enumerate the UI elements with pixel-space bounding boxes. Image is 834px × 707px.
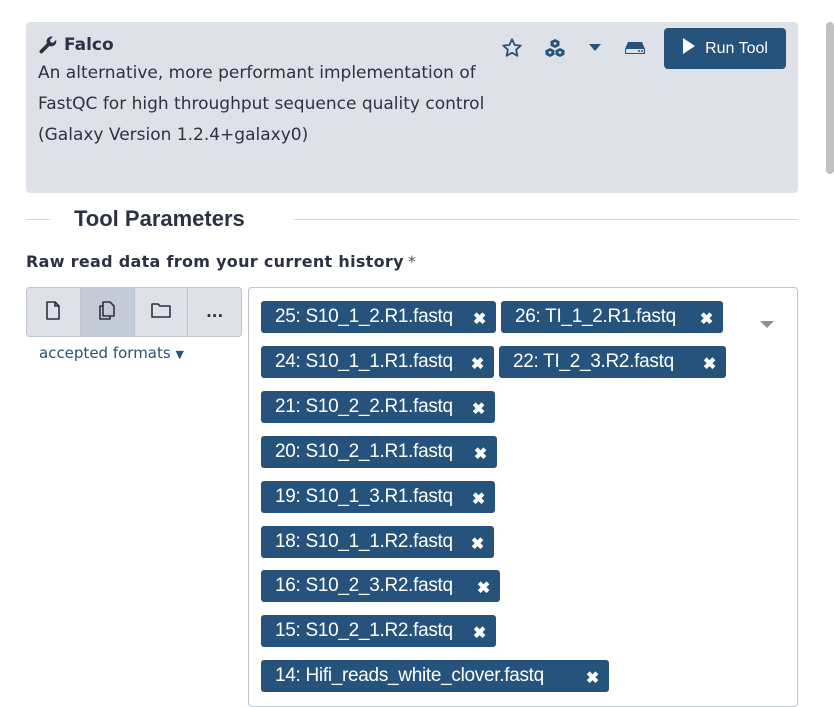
tag-label: 24: S10_1_1.R1.fastq bbox=[275, 351, 453, 372]
tag-label: 14: Hifi_reads_white_clover.fastq bbox=[275, 665, 544, 686]
selected-dataset-tag: 15: S10_2_1.R2.fastq ✖ bbox=[261, 615, 496, 647]
tool-title: Falco bbox=[38, 35, 114, 55]
selected-dataset-tag: 19: S10_1_3.R1.fastq ✖ bbox=[261, 481, 495, 513]
remove-icon[interactable]: ✖ bbox=[471, 534, 484, 554]
section-heading: Tool Parameters bbox=[26, 204, 798, 236]
selected-dataset-tag: 25: S10_1_2.R1.fastq ✖ bbox=[261, 301, 496, 333]
remove-icon[interactable]: ✖ bbox=[474, 444, 487, 464]
dataset-multiselect[interactable]: 25: S10_1_2.R1.fastq ✖ 26: TI_1_2.R1.fas… bbox=[248, 287, 798, 707]
files-icon bbox=[98, 300, 116, 324]
multiple-datasets-button[interactable] bbox=[80, 288, 135, 336]
remove-icon[interactable]: ✖ bbox=[700, 309, 713, 329]
required-mark: * bbox=[407, 252, 417, 271]
caret-down-icon: ▼ bbox=[175, 348, 184, 361]
remove-icon[interactable]: ✖ bbox=[472, 489, 485, 509]
dataset-collection-button[interactable] bbox=[135, 288, 189, 336]
tag-label: 22: TI_2_3.R2.fastq bbox=[513, 351, 674, 372]
tool-description: An alternative, more performant implemen… bbox=[38, 63, 485, 114]
ellipsis-icon: ... bbox=[206, 303, 224, 321]
tag-label: 18: S10_1_1.R2.fastq bbox=[275, 531, 453, 552]
remove-icon[interactable]: ✖ bbox=[473, 309, 486, 329]
tag-label: 19: S10_1_3.R1.fastq bbox=[275, 486, 453, 507]
remove-icon[interactable]: ✖ bbox=[472, 399, 485, 419]
remove-icon[interactable]: ✖ bbox=[586, 668, 599, 688]
single-dataset-button[interactable] bbox=[27, 288, 81, 336]
tag-label: 21: S10_2_2.R1.fastq bbox=[275, 396, 453, 417]
accepted-formats-link[interactable]: accepted formats ▼ bbox=[39, 344, 184, 362]
star-icon[interactable] bbox=[500, 36, 524, 60]
divider bbox=[26, 219, 50, 220]
selected-dataset-tag: 21: S10_2_2.R1.fastq ✖ bbox=[261, 391, 495, 423]
tool-name: Falco bbox=[64, 35, 114, 55]
remove-icon[interactable]: ✖ bbox=[473, 623, 486, 643]
remove-icon[interactable]: ✖ bbox=[471, 354, 484, 374]
wrench-icon bbox=[38, 35, 58, 55]
hdd-icon[interactable] bbox=[623, 36, 647, 60]
tag-label: 26: TI_1_2.R1.fastq bbox=[515, 306, 676, 327]
selected-dataset-tag: 16: S10_2_3.R2.fastq ✖ bbox=[261, 570, 500, 602]
divider bbox=[294, 219, 798, 220]
play-icon bbox=[682, 37, 696, 60]
selected-dataset-tag: 18: S10_1_1.R2.fastq ✖ bbox=[261, 526, 494, 558]
tool-header: Falco An alternative, more performant im… bbox=[26, 22, 798, 193]
selected-dataset-tag: 24: S10_1_1.R1.fastq ✖ bbox=[261, 346, 494, 378]
folder-icon bbox=[151, 302, 171, 322]
cubes-icon[interactable] bbox=[543, 36, 567, 60]
input-mode-buttons: ... bbox=[26, 287, 242, 337]
selected-dataset-tag: 20: S10_2_1.R1.fastq ✖ bbox=[261, 436, 497, 468]
run-tool-label: Run Tool bbox=[705, 39, 768, 57]
caret-down-icon[interactable] bbox=[583, 36, 607, 60]
tag-label: 15: S10_2_1.R2.fastq bbox=[275, 620, 453, 641]
remove-icon[interactable]: ✖ bbox=[477, 578, 490, 598]
tag-label: 20: S10_2_1.R1.fastq bbox=[275, 441, 453, 462]
selected-dataset-tag: 22: TI_2_3.R2.fastq ✖ bbox=[499, 346, 726, 378]
caret-down-icon[interactable] bbox=[760, 314, 774, 333]
tool-version: (Galaxy Version 1.2.4+galaxy0) bbox=[38, 125, 309, 145]
tag-label: 25: S10_1_2.R1.fastq bbox=[275, 306, 453, 327]
file-icon bbox=[45, 300, 61, 324]
selected-dataset-tag: 14: Hifi_reads_white_clover.fastq ✖ bbox=[261, 660, 609, 692]
page-scrollbar[interactable] bbox=[826, 22, 834, 174]
selected-dataset-tag: 26: TI_1_2.R1.fastq ✖ bbox=[501, 301, 723, 333]
tag-label: 16: S10_2_3.R2.fastq bbox=[275, 575, 453, 596]
remove-icon[interactable]: ✖ bbox=[703, 354, 716, 374]
tool-description-block: An alternative, more performant implemen… bbox=[38, 58, 488, 151]
section-title: Tool Parameters bbox=[74, 206, 245, 231]
accepted-formats-label: accepted formats bbox=[39, 344, 171, 362]
param-label: Raw read data from your current history * bbox=[26, 252, 416, 271]
more-options-button[interactable]: ... bbox=[188, 288, 241, 336]
header-actions bbox=[500, 36, 647, 60]
run-tool-button[interactable]: Run Tool bbox=[664, 28, 786, 69]
param-label-text: Raw read data from your current history bbox=[26, 252, 404, 271]
